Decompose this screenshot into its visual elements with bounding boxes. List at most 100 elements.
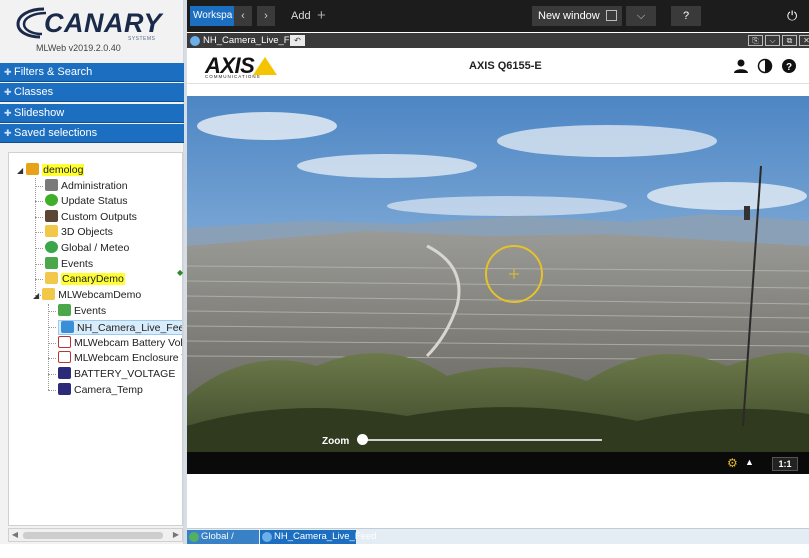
zoom-slider-track[interactable] — [362, 439, 602, 441]
tree-item-label: Events — [74, 305, 107, 317]
camera-icon — [262, 532, 272, 542]
tree-item-camera-temp[interactable]: Camera_Temp — [58, 383, 143, 398]
admin-icon — [45, 179, 58, 191]
accordion-classes[interactable]: ✚ Classes — [0, 83, 184, 102]
ptz-control-icon[interactable]: ⚙ — [727, 456, 738, 470]
tree-item-custom-outputs[interactable]: Custom Outputs — [45, 210, 137, 225]
tree-item-label: 3D Objects — [61, 226, 113, 238]
tree-item-label: Events — [61, 258, 94, 270]
camera-icon — [61, 321, 74, 333]
next-workspace-button[interactable]: › — [257, 6, 275, 26]
add-plus-icon[interactable]: + — [317, 6, 326, 26]
tree-item-label: MLWebcam Battery Vol — [74, 337, 183, 349]
accordion-slideshow[interactable]: ✚ Slideshow — [0, 104, 184, 123]
version-label: MLWeb v2019.2.0.40 — [36, 43, 121, 53]
scroll-thumb[interactable] — [23, 532, 163, 539]
prev-workspace-button[interactable]: ‹ — [234, 6, 252, 26]
top-toolbar: Workspa ‹ › Add + New window ⌵ ? ⏻ — [187, 0, 809, 32]
tree-item-label: MLWebcamDemo — [58, 289, 142, 301]
help-button[interactable]: ? — [671, 6, 701, 26]
folder-icon — [45, 272, 58, 284]
caret-up-icon[interactable]: ▲ — [745, 457, 754, 467]
contrast-icon[interactable] — [757, 58, 773, 74]
dropdown-button[interactable]: ⌵ — [626, 6, 656, 26]
tree-item-label: Custom Outputs — [61, 211, 137, 223]
user-icon[interactable] — [733, 58, 749, 74]
canary-swoosh-icon — [16, 7, 47, 39]
accordion-saved-selections[interactable]: ✚ Saved selections — [0, 124, 184, 143]
tree-item-3d-objects[interactable]: 3D Objects — [45, 225, 113, 240]
object-tree: ◢ demolog Administration Update Status Cu… — [8, 152, 183, 526]
mine-landscape-image — [187, 96, 809, 452]
tree-item-battery-vol[interactable]: MLWebcam Battery Vol — [58, 336, 183, 351]
tree-item-mlwebcam-demo[interactable]: ◢ MLWebcamDemo — [33, 288, 141, 303]
tree-root-demolog[interactable]: ◢ demolog — [17, 163, 85, 178]
tree-item-label: Update Status — [61, 195, 128, 207]
folder-icon — [42, 288, 56, 300]
tree-horizontal-scrollbar[interactable]: ◀ ▶ — [8, 528, 183, 542]
collapse-arrow-icon[interactable]: ◢ — [17, 166, 23, 175]
camera-model: AXIS Q6155-E — [469, 60, 542, 72]
chevron-down-icon: ⌵ — [636, 10, 646, 22]
new-window-button[interactable]: New window — [532, 6, 622, 26]
svg-text:?: ? — [786, 62, 792, 73]
tree-item-administration[interactable]: Administration — [45, 179, 128, 194]
tree-item-global-meteo[interactable]: Global / Meteo — [45, 241, 129, 256]
workspace-button[interactable]: Workspa — [190, 6, 240, 26]
table-icon — [58, 304, 71, 316]
taskbar-tab-nh-camera[interactable]: NH_Camera_Live_Feed — [260, 530, 376, 544]
tree-item-label: Camera_Temp — [74, 384, 143, 396]
database-icon — [26, 163, 40, 175]
zoom-slider-handle[interactable] — [357, 434, 368, 445]
tree-item-battery-voltage[interactable]: BATTERY_VOLTAGE — [58, 367, 175, 382]
camera-icon — [190, 36, 200, 46]
tree-item-label: CanaryDemo — [61, 273, 125, 285]
ratio-1-1-button[interactable]: 1:1 — [772, 457, 798, 471]
chevron-right-icon: › — [264, 10, 268, 22]
restore-window-icon[interactable]: ⧉ — [782, 35, 797, 46]
chevron-left-icon: ‹ — [241, 10, 245, 22]
accordion-filters[interactable]: ✚ Filters & Search — [0, 63, 184, 82]
tree-root-label: demolog — [42, 164, 85, 176]
power-icon[interactable]: ⏻ — [787, 6, 797, 26]
logo-subtext: SYSTEMS — [128, 36, 156, 42]
accordion-slideshow-label: Slideshow — [14, 107, 65, 119]
taskbar-tab-label: NH_Camera_Live_Feed — [274, 531, 377, 542]
tag-icon — [58, 367, 71, 379]
tree-item-events[interactable]: Events — [45, 257, 93, 272]
zoom-label: Zoom — [322, 436, 350, 447]
tree-item-label: BATTERY_VOLTAGE — [74, 368, 176, 380]
axis-triangle-icon — [253, 57, 277, 75]
taskbar-tab-global-meteo[interactable]: Global / Meteo — [187, 530, 259, 556]
close-window-icon[interactable]: ✕ — [799, 35, 809, 46]
tree-item-cam-events[interactable]: Events — [58, 304, 106, 319]
expand-icon: ✚ — [4, 67, 12, 77]
window-icon — [606, 10, 617, 21]
expand-icon: ✚ — [4, 87, 12, 97]
help-icon[interactable]: ? — [781, 58, 797, 74]
accordion-saved-label: Saved selections — [14, 127, 98, 139]
tag-icon — [58, 383, 71, 395]
tree-item-update-status[interactable]: Update Status — [45, 194, 128, 209]
folder-icon — [45, 225, 58, 237]
refresh-icon — [45, 194, 58, 206]
tree-item-enclosure[interactable]: MLWebcam Enclosure T — [58, 351, 183, 366]
add-label[interactable]: Add — [291, 6, 311, 26]
collapse-arrow-icon[interactable]: ◢ — [33, 291, 39, 300]
camera-live-feed[interactable] — [187, 96, 809, 452]
tree-item-label: MLWebcam Enclosure T — [74, 352, 183, 364]
globe-icon — [189, 532, 199, 542]
save-window-icon[interactable]: ⎘ — [748, 35, 763, 46]
tree-item-canary-demo[interactable]: CanaryDemo — [45, 272, 125, 287]
axis-subtext: COMMUNICATIONS — [205, 74, 261, 79]
tree-item-nh-camera[interactable]: NH_Camera_Live_Feed — [58, 320, 183, 335]
collapse-panel-icon[interactable]: ◆ — [177, 268, 184, 277]
scroll-left-icon[interactable]: ◀ — [9, 529, 21, 541]
video-controls-bar: ⚙ ▲ — [187, 452, 809, 474]
tree-item-label: NH_Camera_Live_Feed — [77, 322, 183, 334]
window-menu-icon[interactable]: ⌵ — [765, 35, 780, 46]
back-arrow-icon[interactable]: ↶ — [290, 35, 305, 46]
custom-outputs-icon — [45, 210, 58, 222]
scroll-right-icon[interactable]: ▶ — [170, 529, 182, 541]
camera-window-titlebar: NH_Camera_Live_Feed ↶ ⎘ ⌵ ⧉ ✕ — [187, 33, 809, 48]
